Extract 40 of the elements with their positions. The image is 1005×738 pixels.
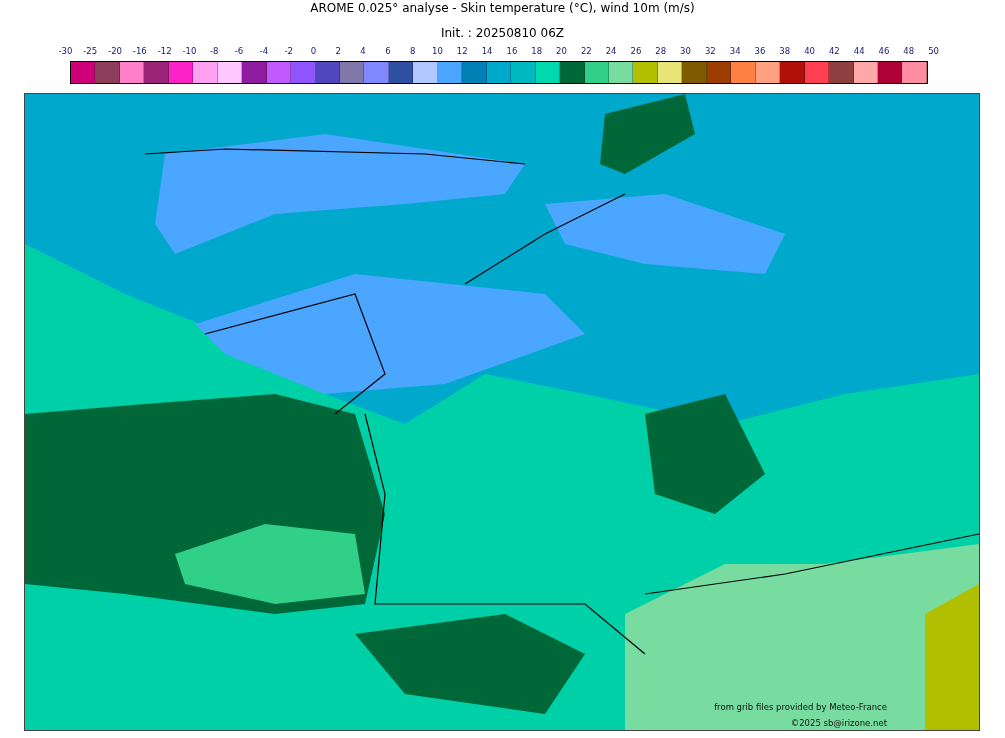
scale-label: 44 xyxy=(852,46,866,58)
scale-label: 40 xyxy=(803,46,816,58)
scale-label: 22 xyxy=(579,46,593,58)
scale-label: 18 xyxy=(530,46,544,58)
scale-label: 24 xyxy=(604,46,618,58)
copyright-note: ©2025 sb@irizone.net xyxy=(790,718,887,728)
scale-label: -25 xyxy=(82,46,99,58)
init-time: Init. : 20250810 06Z xyxy=(440,26,565,42)
scale-label: -10 xyxy=(181,46,198,58)
scale-label: -16 xyxy=(131,46,148,58)
scale-label: 8 xyxy=(408,46,417,58)
scale-label: 0 xyxy=(309,46,318,58)
scale-label: 6 xyxy=(384,46,392,58)
scale-label: 26 xyxy=(629,46,643,58)
scale-label: 20 xyxy=(555,46,568,58)
scale-label: -8 xyxy=(209,46,220,58)
scale-label: 34 xyxy=(728,46,742,58)
scale-label: 28 xyxy=(654,46,668,58)
scale-label: 36 xyxy=(753,46,767,58)
scale-label: -12 xyxy=(156,46,173,58)
scale-label: 10 xyxy=(431,46,444,58)
scale-label: -30 xyxy=(57,46,74,58)
data-credit: from grib files provided by Meteo-France xyxy=(714,702,887,712)
scale-label: -6 xyxy=(233,46,245,58)
scale-label: 38 xyxy=(778,46,792,58)
scale-label: 48 xyxy=(902,46,916,58)
scale-label: 2 xyxy=(334,46,342,58)
scale-label: 4 xyxy=(359,46,367,58)
scale-label: 16 xyxy=(505,46,519,58)
scale-label: -2 xyxy=(283,46,294,58)
scale-label: 50 xyxy=(927,46,940,58)
scale-label: 32 xyxy=(703,46,717,58)
scale-label: -4 xyxy=(258,46,270,58)
scale-label: 30 xyxy=(679,46,692,58)
chart-title: AROME 0.025° analyse - Skin temperature (°C), wind 10m (m/s) xyxy=(310,1,695,17)
scale-label: 12 xyxy=(455,46,469,58)
scale-label: 46 xyxy=(877,46,891,58)
scale-label: -20 xyxy=(107,46,123,58)
scale-label: 42 xyxy=(827,46,841,58)
scale-label: 14 xyxy=(480,46,494,58)
